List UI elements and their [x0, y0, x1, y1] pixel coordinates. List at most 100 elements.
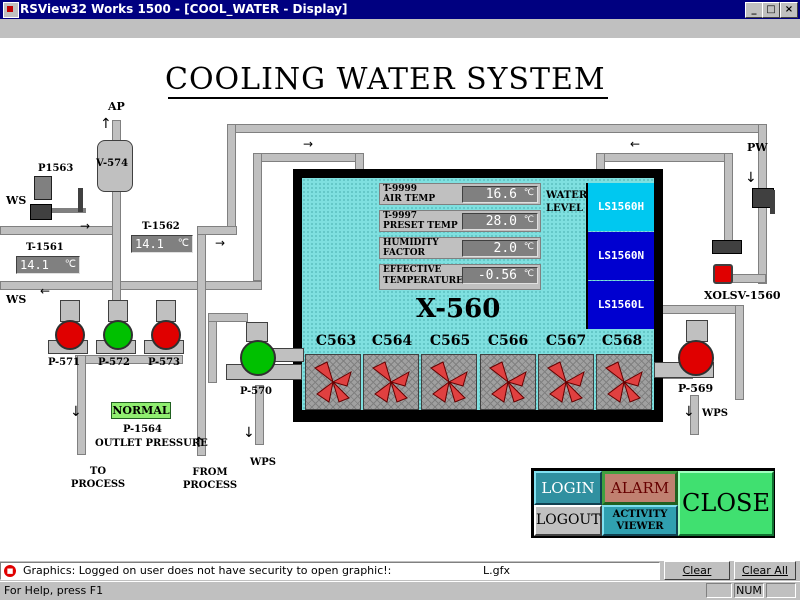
readout-preset-temp-tag: T-9997 PRESET TEMP: [383, 211, 458, 231]
label-p1563: P1563: [38, 163, 74, 174]
fan-icon: [605, 361, 643, 403]
arrow-right-icon: →: [303, 137, 314, 151]
menu-band: [0, 19, 800, 38]
pump-p572-neck: [108, 300, 128, 322]
pump-p573-neck: [156, 300, 176, 322]
arrow-left-icon: ←: [630, 137, 641, 151]
fan-icon: [430, 361, 468, 403]
pipe-inner-right: [596, 153, 732, 162]
level-divider: [586, 183, 588, 329]
activity-viewer-button[interactable]: ACTIVITY VIEWER: [602, 505, 678, 536]
pump-p570-neck: [246, 322, 268, 342]
status-message-box: ■ Graphics: Logged on user does not have…: [0, 562, 660, 580]
label-p1564: P-1564: [123, 424, 162, 435]
status-badge-normal: NORMAL: [111, 402, 171, 419]
label-ws-top: WS: [6, 194, 27, 207]
cooler-label: C567: [545, 333, 587, 349]
arrow-right-icon: →: [80, 219, 91, 233]
minimize-button[interactable]: _: [745, 2, 763, 18]
pipe-p569-right: [735, 305, 744, 400]
cooler-fan[interactable]: [305, 354, 361, 410]
status-message: Graphics: Logged on user does not have s…: [23, 564, 392, 577]
label-p573: P-573: [148, 357, 180, 368]
help-bar: For Help, press F1 NUM: [0, 581, 800, 600]
title-underline: [168, 97, 608, 99]
unit-celsius: ℃: [64, 259, 76, 270]
cooler-label: C568: [601, 333, 643, 349]
readout-effective-temp-tag: EFFECTIVE TEMPERATURE: [383, 265, 464, 286]
help-text: For Help, press F1: [4, 584, 104, 597]
label-xolsv1560: XOLSV-1560: [704, 289, 781, 302]
cooler-label: C564: [371, 333, 413, 349]
pipe-from-process: [197, 226, 206, 456]
label-p571: P-571: [48, 357, 80, 368]
label-wps-left: WPS: [250, 457, 276, 468]
pipe-p570-top: [208, 313, 248, 322]
pump-p572[interactable]: [103, 320, 133, 350]
cooler-fan[interactable]: [596, 354, 652, 410]
app-icon[interactable]: [3, 2, 19, 18]
cooler-fan[interactable]: [363, 354, 419, 410]
unit-celsius: ℃: [523, 269, 534, 279]
cooler-label: C566: [487, 333, 529, 349]
window-title: RSView32 Works 1500 - [COOL_WATER - Disp…: [20, 2, 348, 16]
alarm-button[interactable]: ALARM: [602, 471, 678, 505]
arrow-up-icon: ↑: [100, 116, 112, 132]
pump-p571-neck: [60, 300, 80, 322]
arrow-left-icon: ←: [40, 284, 51, 298]
solenoid-actuator: [712, 240, 742, 254]
unit-celsius: ℃: [523, 188, 534, 198]
readout-preset-temp: T-9997 PRESET TEMP 28.0 ℃: [379, 210, 541, 232]
close-display-button[interactable]: CLOSE: [678, 471, 774, 536]
label-to-process: TO PROCESS: [70, 466, 126, 490]
temp-t1562-value: 14.1: [135, 237, 164, 251]
clear-button[interactable]: Clear: [664, 561, 730, 580]
pump-p571[interactable]: [55, 320, 85, 350]
cooler-label: C563: [315, 333, 357, 349]
label-ws-bottom: WS: [6, 293, 27, 306]
pipe-p570-left: [208, 313, 217, 383]
pipe-top-loop: [227, 124, 767, 133]
readout-humidity-tag: HUMIDITY FACTOR: [383, 238, 439, 258]
pipe-to-valve: [724, 153, 733, 243]
cooler-fan[interactable]: [538, 354, 594, 410]
display-title: COOLING WATER SYSTEM: [165, 62, 606, 97]
label-pw: PW: [747, 141, 768, 154]
valve-ws-icon: [30, 204, 52, 220]
label-p569: P-569: [678, 382, 714, 395]
label-t1562: T-1562: [142, 221, 180, 232]
pump-p569-neck: [686, 320, 708, 342]
pump-p570[interactable]: [240, 340, 276, 376]
label-ap: AP: [108, 100, 125, 113]
level-switch-high: LS1560H: [588, 183, 654, 231]
pipe-p569-top: [652, 305, 744, 314]
tank-name: X-560: [416, 294, 501, 324]
pipe-inner-down: [253, 153, 262, 281]
fan-icon: [547, 361, 585, 403]
login-button[interactable]: LOGIN: [534, 471, 602, 505]
clear-all-button[interactable]: Clear All: [734, 561, 796, 580]
pipe-inner-left: [253, 153, 361, 162]
pump-p573[interactable]: [151, 320, 181, 350]
maximize-button[interactable]: □: [762, 2, 780, 18]
close-window-button[interactable]: ×: [780, 2, 798, 18]
pipe-ws-left: [0, 226, 120, 235]
status-pane: [766, 583, 796, 598]
arrow-down-icon: ↓: [70, 404, 82, 420]
logout-button[interactable]: LOGOUT: [534, 505, 602, 536]
readout-air-temp: T-9999 AIR TEMP 16.6 ℃: [379, 183, 541, 205]
window-title-bar: RSView32 Works 1500 - [COOL_WATER - Disp…: [0, 0, 800, 19]
cooler-label: C565: [429, 333, 471, 349]
valve-xolsv1560[interactable]: [713, 264, 733, 284]
cooler-fan[interactable]: [480, 354, 536, 410]
label-v574: V-574: [96, 158, 129, 169]
pressure-transmitter-p1563: [34, 176, 52, 200]
cooler-fan[interactable]: [421, 354, 477, 410]
temp-t1561: 14.1 ℃: [16, 256, 80, 274]
pump-p569[interactable]: [678, 340, 714, 376]
fan-icon: [489, 361, 527, 403]
fan-icon: [372, 361, 410, 403]
level-switch-normal: LS1560N: [588, 232, 654, 280]
temp-t1562: 14.1 ℃: [131, 235, 193, 253]
pipe-p1563-riser: [78, 188, 83, 212]
